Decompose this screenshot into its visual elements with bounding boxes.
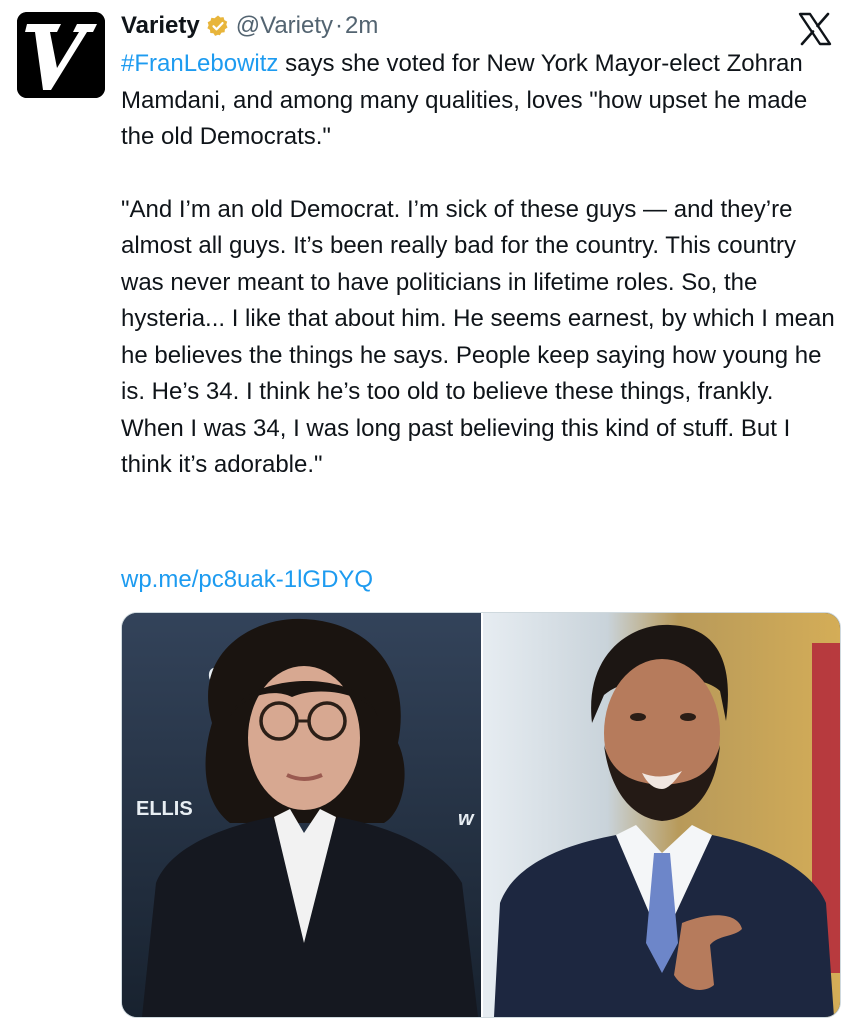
backdrop-text-ellis: ELLIS <box>136 798 193 820</box>
tweet-header: Variety @Variety · 2m <box>121 8 378 44</box>
tweet-media-image[interactable]: CA ELLIS w <box>121 612 841 1018</box>
account-name[interactable]: Variety <box>121 12 200 40</box>
avatar[interactable] <box>17 12 105 98</box>
article-link[interactable]: wp.me/pc8uak-1lGDYQ <box>121 562 373 598</box>
separator-dot: · <box>335 12 344 39</box>
tweet-text: #FranLebowitz says she voted for New Yor… <box>121 46 839 484</box>
media-photo: CA ELLIS w <box>122 613 840 1017</box>
hashtag-link[interactable]: #FranLebowitz <box>121 50 278 77</box>
timestamp[interactable]: 2m <box>345 12 378 40</box>
account-handle[interactable]: @Variety <box>236 12 333 40</box>
backdrop-text-w: w <box>458 808 475 830</box>
tweet-lead-paragraph: #FranLebowitz says she voted for New Yor… <box>121 46 839 156</box>
x-logo-icon <box>798 12 832 46</box>
variety-logo-icon <box>17 12 105 98</box>
verified-badge-icon <box>207 15 228 36</box>
tweet-quote-paragraph: "And I’m an old Democrat. I’m sick of th… <box>121 195 835 479</box>
